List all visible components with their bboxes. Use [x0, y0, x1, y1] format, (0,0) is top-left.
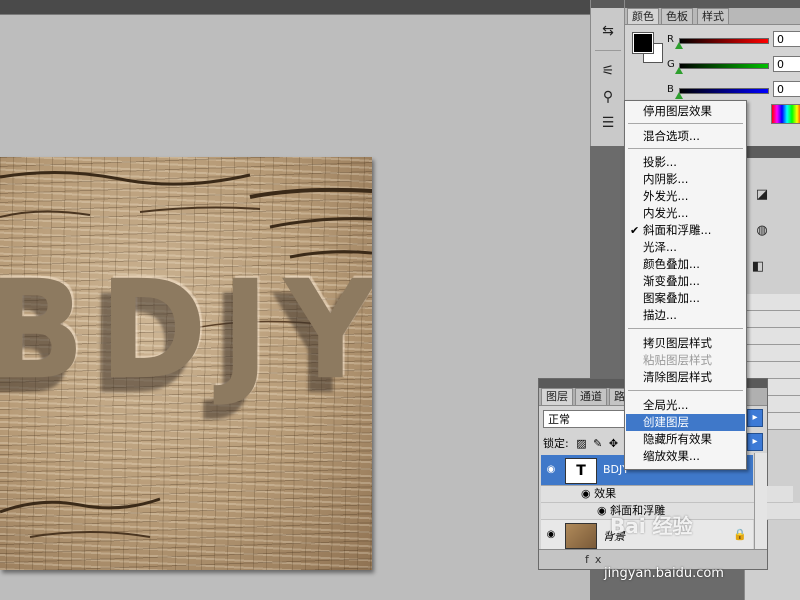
tab-channels[interactable]: 通道	[575, 388, 607, 405]
fill-arrow-button[interactable]: ▸	[747, 433, 763, 451]
panel-header[interactable]	[745, 146, 800, 158]
clone-source-icon[interactable]: ⚲	[599, 88, 617, 106]
list-item[interactable]	[745, 294, 800, 311]
channel-label-r: R	[667, 34, 674, 45]
list-item[interactable]	[745, 311, 800, 328]
tab-styles[interactable]: 样式	[697, 8, 729, 24]
blend-mode-select[interactable]: 正常	[543, 410, 625, 428]
panel-dock-icons: ⇆ ⚟ ⚲ ☰	[590, 0, 626, 146]
layers-scrollbar[interactable]	[754, 453, 767, 549]
effect-eye-icon[interactable]: ◉	[597, 504, 607, 517]
tool-presets-icon[interactable]: ☰	[599, 114, 617, 132]
color-spectrum-bar[interactable]	[771, 104, 800, 124]
document-canvas[interactable]: BDJY	[0, 157, 372, 570]
list-item[interactable]	[745, 345, 800, 362]
menu-item-gradient-overlay[interactable]: 渐变叠加...	[626, 273, 745, 290]
top-divider	[0, 14, 590, 15]
blue-slider[interactable]	[679, 88, 769, 94]
menu-item-pattern-overlay[interactable]: 图案叠加...	[626, 290, 745, 307]
dock-separator	[595, 50, 621, 51]
color-balance-icon[interactable]: ◍	[753, 222, 771, 240]
red-slider-thumb[interactable]	[675, 42, 683, 49]
checkmark-icon: ✔	[630, 224, 640, 237]
foreground-color-swatch[interactable]	[632, 32, 654, 54]
lock-position-icon[interactable]: ✥	[609, 437, 618, 450]
fx-button[interactable]: fx	[585, 553, 607, 566]
lock-row: 锁定: ▨ ✎ ✥	[543, 435, 618, 451]
menu-item-label: 斜面和浮雕...	[643, 223, 712, 237]
lock-transparency-icon[interactable]: ▨	[576, 437, 586, 450]
effects-label: 效果	[594, 487, 617, 500]
menu-item-hide-all-effects[interactable]: 隐藏所有效果	[626, 431, 745, 448]
channel-label-b: B	[667, 84, 674, 95]
green-slider-thumb[interactable]	[675, 67, 683, 74]
tab-color[interactable]: 颜色	[627, 8, 659, 24]
visibility-eye-icon[interactable]: ◉	[545, 529, 557, 541]
menu-item-stroke[interactable]: 描边...	[626, 307, 745, 324]
menu-separator	[628, 148, 743, 149]
menu-item-create-layer[interactable]: 创建图层	[626, 414, 745, 431]
blue-slider-thumb[interactable]	[675, 92, 683, 99]
menu-item-paste-style: 粘贴图层样式	[643, 353, 712, 367]
menu-item-copy-style[interactable]: 拷贝图层样式	[626, 335, 745, 352]
tab-layers[interactable]: 图层	[541, 388, 573, 405]
red-slider[interactable]	[679, 38, 769, 44]
list-item[interactable]	[745, 362, 800, 379]
levels-icon[interactable]: ◪	[753, 186, 771, 204]
menu-item-blending-options[interactable]: 混合选项...	[626, 128, 745, 145]
blue-value-field[interactable]: 0	[773, 81, 800, 97]
brush-settings-icon[interactable]: ⚟	[599, 62, 617, 80]
green-slider[interactable]	[679, 63, 769, 69]
visibility-eye-icon[interactable]: ◉	[545, 464, 557, 476]
panel-header[interactable]	[625, 0, 800, 8]
baidu-jingyan-logo: Bai 经验	[610, 514, 693, 538]
menu-item-color-overlay[interactable]: 颜色叠加...	[626, 256, 745, 273]
watermark-url: jingyan.baidu.com	[604, 566, 724, 581]
menu-item-drop-shadow[interactable]: 投影...	[626, 154, 745, 171]
lock-icon: 🔒	[733, 528, 747, 541]
lock-pixels-icon[interactable]: ✎	[593, 437, 602, 450]
menu-separator	[628, 123, 743, 124]
menu-item-clear-style[interactable]: 清除图层样式	[626, 369, 745, 386]
history-icon[interactable]: ⇆	[599, 22, 617, 40]
green-value-field[interactable]: 0	[773, 56, 800, 72]
red-value-field[interactable]: 0	[773, 31, 800, 47]
menu-separator	[628, 390, 743, 391]
menu-item-satin[interactable]: 光泽...	[626, 239, 745, 256]
background-thumbnail	[565, 523, 597, 549]
text-layer-thumbnail: T	[565, 458, 597, 484]
layer-style-context-menu: 停用图层效果 混合选项... 投影... 内阴影... 外发光... 内发光..…	[624, 100, 747, 470]
carved-text: BDJY	[0, 250, 372, 410]
menu-separator	[628, 328, 743, 329]
menu-item-global-light[interactable]: 全局光...	[626, 397, 745, 414]
menu-item-inner-glow[interactable]: 内发光...	[626, 205, 745, 222]
gradient-map-icon[interactable]: ◧	[749, 258, 767, 276]
menu-item-disable-effects[interactable]: 停用图层效果	[626, 103, 745, 120]
menu-item-bevel-emboss[interactable]: ✔ 斜面和浮雕...	[626, 222, 745, 239]
lock-label: 锁定:	[543, 437, 569, 450]
menu-item-outer-glow[interactable]: 外发光...	[626, 188, 745, 205]
color-panel-tabs: 颜色 色板 样式	[625, 8, 800, 25]
menu-item-scale-effects[interactable]: 缩放效果...	[626, 448, 745, 465]
opacity-arrow-button[interactable]: ▸	[747, 409, 763, 427]
tab-swatches[interactable]: 色板	[661, 8, 693, 24]
dock-grip[interactable]	[591, 0, 625, 8]
list-item[interactable]	[745, 328, 800, 345]
menu-item-inner-shadow[interactable]: 内阴影...	[626, 171, 745, 188]
channel-label-g: G	[667, 59, 675, 70]
effects-eye-icon[interactable]: ◉	[581, 487, 591, 500]
